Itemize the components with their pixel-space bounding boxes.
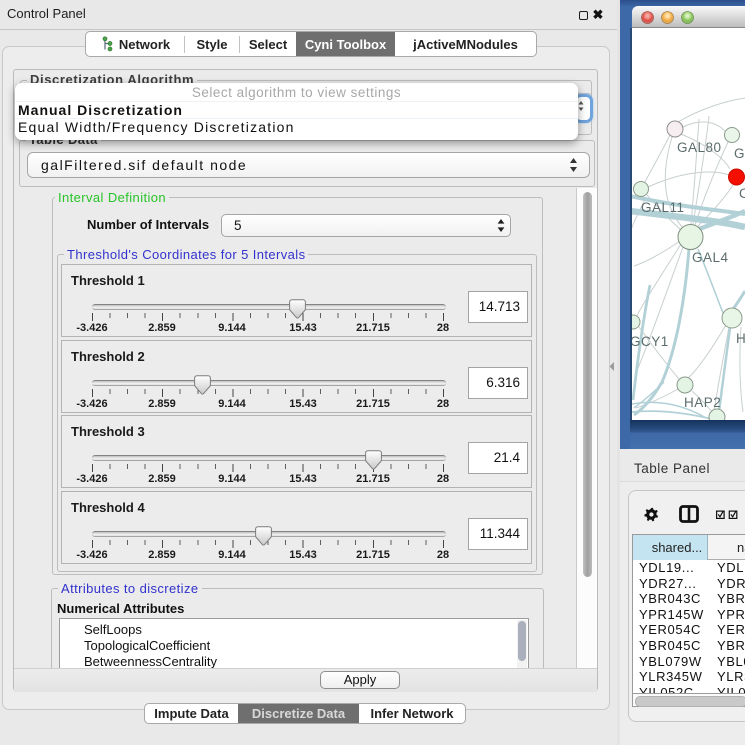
svg-text:CY: CY xyxy=(739,186,745,201)
svg-text:H: H xyxy=(736,331,745,346)
svg-text:GA: GA xyxy=(734,146,745,161)
svg-text:GAL4: GAL4 xyxy=(692,250,729,265)
svg-text:GCY1: GCY1 xyxy=(632,334,669,349)
svg-text:HAP2: HAP2 xyxy=(684,395,721,410)
svg-text:GAL11: GAL11 xyxy=(641,200,685,215)
svg-text:GAL80: GAL80 xyxy=(677,140,722,155)
